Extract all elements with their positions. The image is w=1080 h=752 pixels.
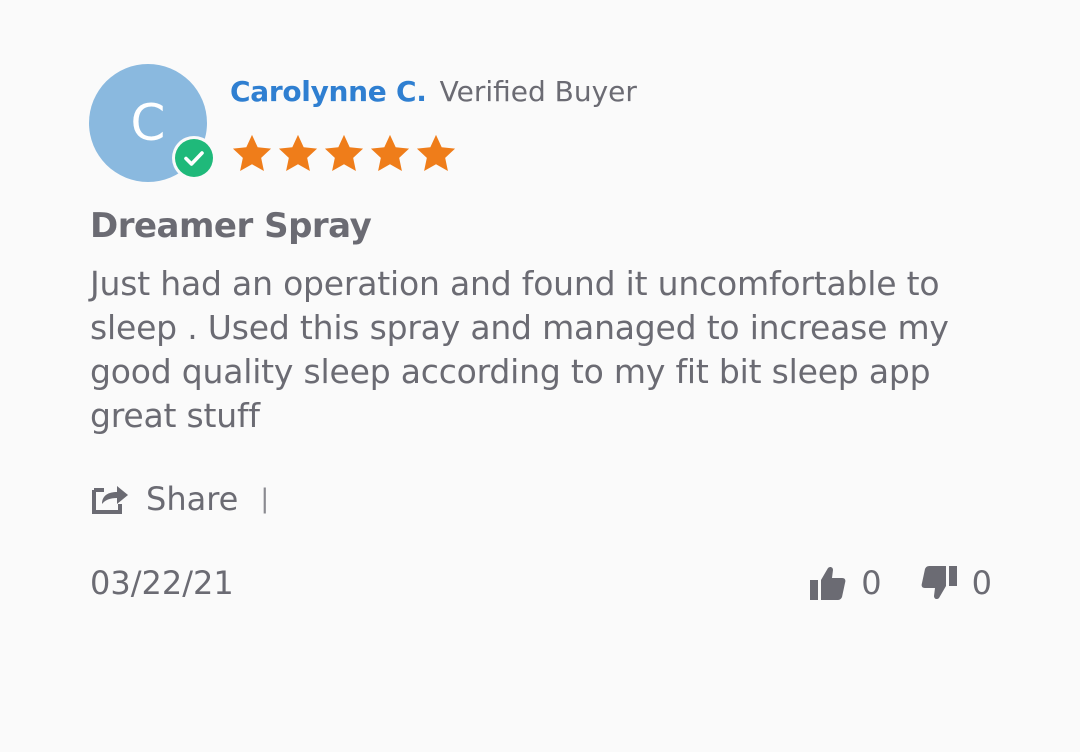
share-icon xyxy=(92,486,128,514)
thumbs-down-icon xyxy=(921,566,957,600)
star-icon xyxy=(370,134,410,172)
star-rating xyxy=(230,132,458,176)
review-title: Dreamer Spray xyxy=(90,206,372,246)
star-icon xyxy=(278,134,318,172)
star-icon xyxy=(416,134,456,172)
divider: | xyxy=(260,484,270,514)
verified-check-icon xyxy=(172,136,216,180)
reviewer-name[interactable]: Carolynne C. xyxy=(230,75,427,108)
reviewer-header: Carolynne C. Verified Buyer xyxy=(230,72,637,112)
thumbs-down-count: 0 xyxy=(971,564,992,602)
avatar-initial: C xyxy=(130,94,166,152)
star-icon xyxy=(324,134,364,172)
review-date: 03/22/21 xyxy=(90,564,234,602)
review-card: C Carolynne C. Verified Buyer Dreamer Sp… xyxy=(0,0,1080,752)
share-label: Share xyxy=(146,480,239,518)
thumbs-up-icon xyxy=(810,566,846,600)
thumbs-up-count: 0 xyxy=(861,564,882,602)
star-icon xyxy=(232,134,272,172)
thumbs-up-button[interactable]: 0 xyxy=(809,562,882,604)
review-body: Just had an operation and found it uncom… xyxy=(90,264,949,435)
verified-buyer-label: Verified Buyer xyxy=(439,75,637,108)
share-button[interactable]: Share | xyxy=(90,478,269,520)
helpfulness-votes: 0 0 xyxy=(809,562,992,604)
thumbs-down-button[interactable]: 0 xyxy=(920,562,992,604)
